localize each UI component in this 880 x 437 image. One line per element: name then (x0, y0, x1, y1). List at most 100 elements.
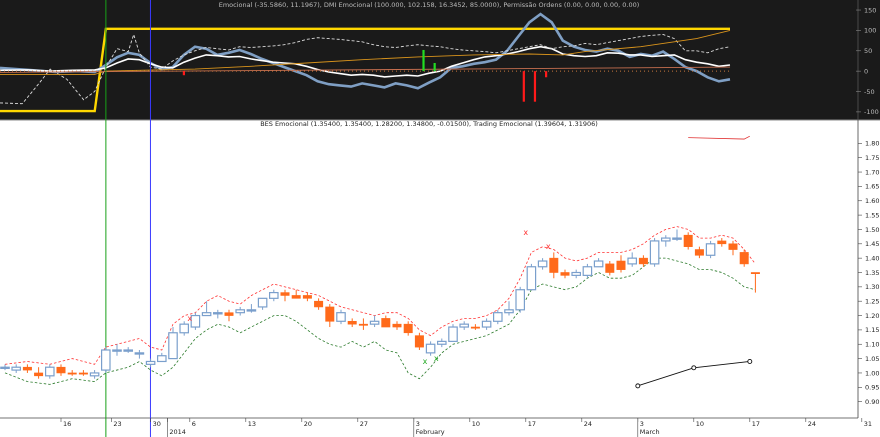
xtick-day-label: 17 (528, 420, 536, 428)
signal-marker: x (546, 242, 551, 251)
xtick-day-label: 10 (696, 420, 704, 428)
candle-body (414, 335, 424, 348)
price-ytick-label: 1.30 (865, 283, 879, 291)
price-ytick-label: 1.00 (865, 369, 879, 377)
candle-body (235, 309, 245, 314)
xtick-month-label: 2014 (169, 428, 186, 436)
candle-body (593, 260, 604, 268)
candle-body (660, 237, 671, 242)
trend-point (691, 365, 697, 371)
candle-body (627, 257, 637, 265)
price-ytick-label: 1.20 (865, 312, 879, 320)
candle-body (100, 349, 111, 371)
chart-canvas: Emocional (-35.5860, 11.1967), DMI Emoci… (0, 0, 880, 437)
price-ytick-label: 0.95 (865, 384, 879, 392)
candle-body (22, 366, 32, 371)
signal-marker: x (434, 354, 439, 363)
xtick-day-label: 3 (416, 420, 420, 428)
candle-body (705, 243, 716, 256)
price-ytick-label: 1.25 (865, 298, 879, 306)
price-ytick-label: 1.05 (865, 355, 879, 363)
price-ytick-label: 1.40 (865, 254, 879, 262)
candle-body (582, 266, 593, 276)
indicator-ytick-label: -50 (864, 88, 875, 96)
xtick-day-label: 27 (360, 420, 368, 428)
candle-body (78, 372, 88, 375)
candle-body (168, 332, 178, 360)
chart-root: Emocional (-35.5860, 11.1967), DMI Emoci… (0, 0, 880, 437)
indicator-panel-bg (0, 0, 880, 120)
candle-body (314, 300, 324, 308)
candle-body (257, 297, 268, 308)
candle-body (571, 271, 581, 276)
candle-body (694, 249, 704, 256)
indicator-panel-title: Emocional (-35.5860, 11.1967), DMI Emoci… (219, 1, 640, 9)
candle-body (605, 263, 615, 273)
price-ytick-label: 0.90 (865, 398, 879, 406)
candle-body (638, 257, 648, 265)
price-ytick-label: 1.15 (865, 326, 879, 334)
candle-body (34, 372, 44, 377)
xtick-day-label: 10 (472, 420, 480, 428)
candle-body (381, 318, 391, 328)
candle-body (403, 323, 413, 334)
xtick-day-label: 13 (248, 420, 256, 428)
xtick-day-label: 30 (153, 420, 161, 428)
candle-body (481, 320, 492, 328)
candle-body (526, 266, 537, 291)
price-ytick-label: 1.65 (865, 183, 879, 191)
candle-body (56, 366, 66, 374)
price-panel-bg (0, 120, 880, 437)
candle-body (739, 252, 749, 265)
indicator-ytick-label: 50 (864, 47, 872, 55)
candle-body (616, 260, 626, 270)
candle-body (369, 320, 380, 325)
xtick-day-label: 20 (304, 420, 312, 428)
candle-body (291, 295, 301, 299)
candle-body (269, 291, 279, 299)
xtick-month-label: February (416, 428, 445, 436)
candle-body (44, 366, 55, 377)
candle-body (560, 272, 570, 276)
signal-marker: x (187, 314, 192, 323)
candle-body (515, 289, 525, 311)
trend-point (747, 359, 753, 364)
candle-body (437, 340, 447, 345)
candle-body (145, 360, 156, 365)
signal-marker: x (523, 228, 528, 237)
candle-body (157, 355, 167, 363)
candle-body (672, 237, 682, 240)
candle-body (537, 260, 548, 268)
candle-body (649, 240, 660, 265)
xtick-day-label: 17 (752, 420, 760, 428)
xtick-day-label: 6 (192, 420, 196, 428)
indicator-ytick-label: 150 (864, 6, 876, 14)
candle-body (213, 312, 223, 315)
candle-body (336, 312, 346, 322)
candle-body (302, 295, 312, 299)
trend-point (635, 383, 641, 389)
indicator-ytick-label: 100 (864, 27, 876, 35)
price-ytick-label: 1.60 (865, 197, 879, 205)
candle-body (549, 257, 559, 273)
candle-body (347, 320, 357, 325)
xtick-day-label: 3 (640, 420, 644, 428)
candle-body (134, 352, 145, 355)
candle-body (325, 306, 335, 322)
price-ytick-label: 1.45 (865, 240, 879, 248)
candle-body (750, 272, 760, 275)
candle-body (683, 234, 693, 247)
candle-body (358, 323, 368, 326)
candle-body (0, 366, 10, 370)
candle-body (246, 309, 257, 312)
candle-body (280, 292, 290, 296)
candle-body (504, 309, 514, 314)
candle-body (459, 323, 469, 328)
price-ytick-label: 1.80 (865, 140, 879, 148)
candle-body (224, 312, 234, 316)
indicator-ytick-label: -100 (864, 108, 879, 116)
indicator-ytick-label: 0 (864, 67, 868, 75)
price-ytick-label: 1.75 (865, 154, 879, 162)
candle-body (201, 312, 212, 317)
candle-body (425, 343, 436, 354)
